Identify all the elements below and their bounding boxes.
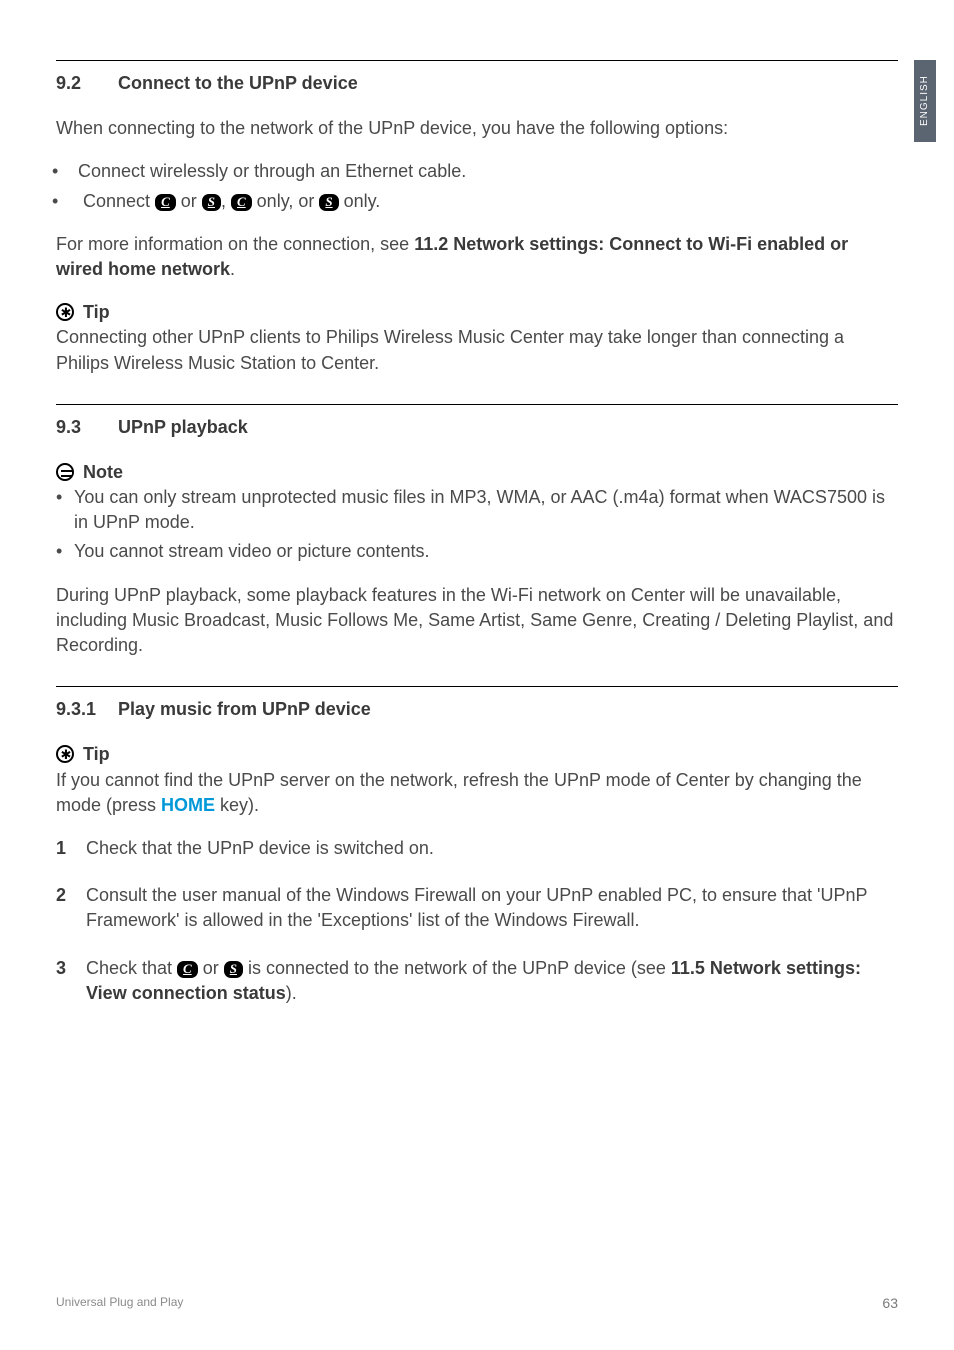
list-item: Connect wirelessly or through an Etherne… [78, 159, 898, 184]
list-text: , [221, 191, 231, 211]
divider [56, 404, 898, 405]
list-text: Connect wirelessly or through an Etherne… [78, 161, 466, 181]
home-key: HOME [161, 795, 215, 815]
step-text: Consult the user manual of the Windows F… [86, 883, 898, 933]
list-text: only, or [252, 191, 320, 211]
list-item: You cannot stream video or picture conte… [56, 539, 898, 564]
para-upnp-playback: During UPnP playback, some playback feat… [56, 583, 898, 659]
step-text: Check that the UPnP device is switched o… [86, 836, 898, 861]
list-text: Connect [83, 191, 155, 211]
section-number: 9.2 [56, 71, 118, 96]
text: is connected to the network of the UPnP … [243, 958, 671, 978]
list-item: You can only stream unprotected music fi… [56, 485, 898, 535]
language-tab: ENGLISH [914, 60, 936, 142]
note-heading: Note [56, 460, 898, 485]
tip-icon [56, 745, 74, 763]
heading-9-3-1: 9.3.1Play music from UPnP device [56, 697, 898, 722]
list-text: only. [339, 191, 381, 211]
step-number: 2 [56, 883, 86, 933]
options-list: Connect wirelessly or through an Etherne… [78, 159, 898, 213]
note-label: Note [83, 462, 123, 482]
tip-icon [56, 303, 74, 321]
text: ). [286, 983, 297, 1003]
note-icon [56, 463, 74, 481]
text: For more information on the connection, … [56, 234, 414, 254]
step-text: Check that C or S is connected to the ne… [86, 956, 898, 1006]
list-text: You can only stream unprotected music fi… [74, 487, 885, 532]
key-c-icon: C [231, 194, 252, 211]
para-moreinfo: For more information on the connection, … [56, 232, 898, 282]
tip-label: Tip [83, 744, 110, 764]
tip-label: Tip [83, 302, 110, 322]
key-c-icon: C [177, 961, 198, 978]
divider [56, 60, 898, 61]
text: or [198, 958, 224, 978]
text: . [230, 259, 235, 279]
step-number: 3 [56, 956, 86, 1006]
key-s-icon: S [319, 194, 338, 211]
heading-9-2: 9.2Connect to the UPnP device [56, 71, 898, 96]
section-title: UPnP playback [118, 417, 248, 437]
list-item: Connect C or S, C only, or S only. [78, 189, 898, 214]
tip-heading: Tip [56, 300, 898, 325]
tip-body: If you cannot find the UPnP server on th… [56, 768, 898, 818]
section-number: 9.3.1 [56, 697, 118, 722]
footer-section: Universal Plug and Play [56, 1294, 183, 1314]
heading-9-3: 9.3UPnP playback [56, 415, 898, 440]
step-row: 3 Check that C or S is connected to the … [56, 956, 898, 1006]
section-title: Play music from UPnP device [118, 699, 371, 719]
para-intro: When connecting to the network of the UP… [56, 116, 898, 141]
key-c-icon: C [155, 194, 176, 211]
step-row: 1 Check that the UPnP device is switched… [56, 836, 898, 861]
tip-body: Connecting other UPnP clients to Philips… [56, 325, 898, 375]
tip-heading: Tip [56, 742, 898, 767]
key-s-icon: S [224, 961, 243, 978]
note-list: You can only stream unprotected music fi… [56, 485, 898, 565]
step-number: 1 [56, 836, 86, 861]
page-footer: Universal Plug and Play 63 [56, 1294, 898, 1314]
steps-list: 1 Check that the UPnP device is switched… [56, 836, 898, 1006]
section-title: Connect to the UPnP device [118, 73, 358, 93]
page-number: 63 [882, 1294, 898, 1314]
key-s-icon: S [202, 194, 221, 211]
list-text: You cannot stream video or picture conte… [74, 541, 430, 561]
step-row: 2 Consult the user manual of the Windows… [56, 883, 898, 933]
text: key). [215, 795, 259, 815]
text: Check that [86, 958, 177, 978]
section-number: 9.3 [56, 415, 118, 440]
divider [56, 686, 898, 687]
list-text: or [176, 191, 202, 211]
